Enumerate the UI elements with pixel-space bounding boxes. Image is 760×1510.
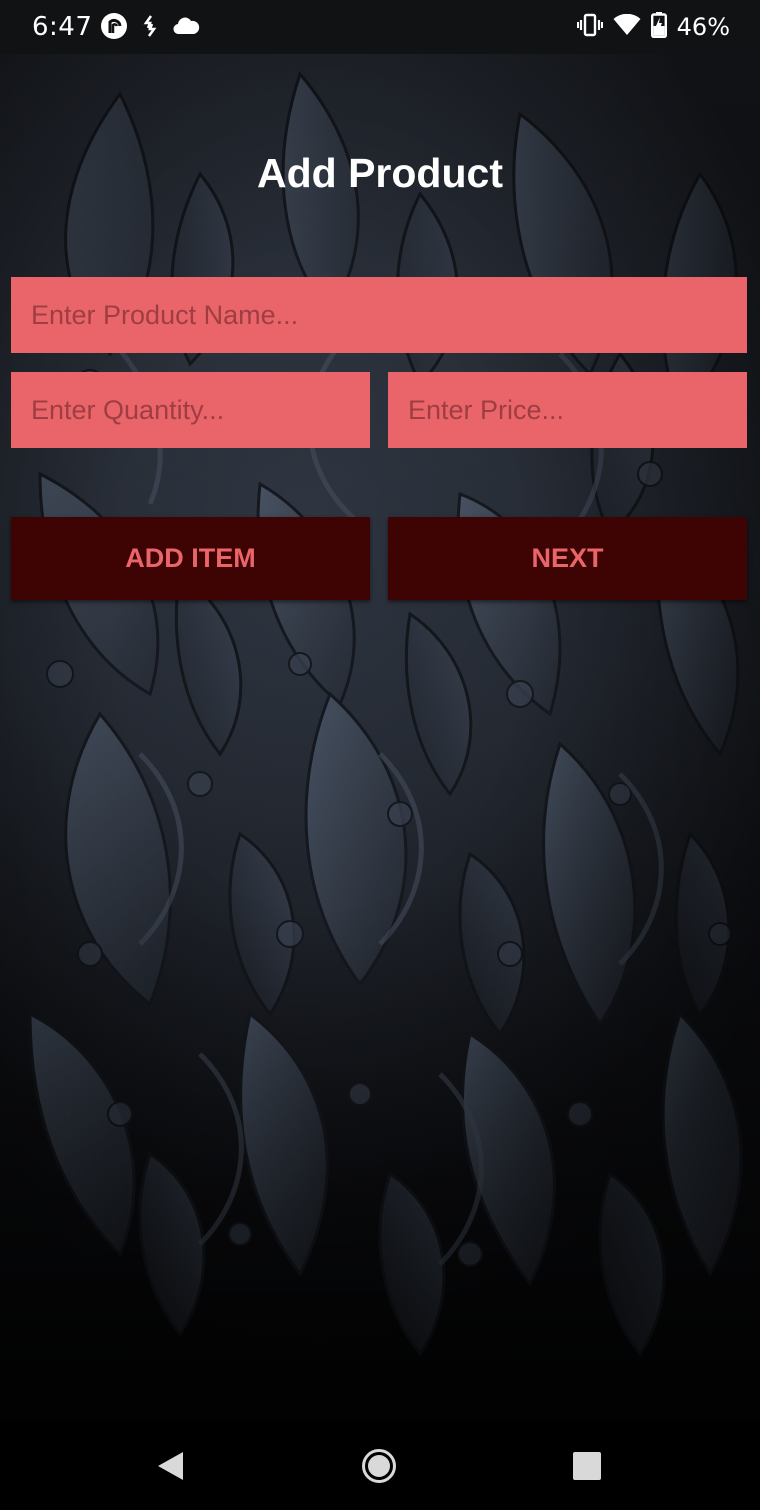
background-vignette xyxy=(0,54,760,1420)
wifi-icon xyxy=(613,13,641,41)
status-time: 6:47 xyxy=(32,12,93,42)
background-pattern xyxy=(0,54,760,1420)
back-button[interactable] xyxy=(142,1438,198,1494)
page-title: Add Product xyxy=(257,150,503,196)
recent-apps-button[interactable] xyxy=(559,1438,615,1494)
vibrate-icon xyxy=(576,13,603,42)
navigation-bar xyxy=(0,1420,760,1510)
product-name-input[interactable] xyxy=(11,277,747,353)
battery-percent: 46% xyxy=(676,13,730,41)
cloud-icon xyxy=(172,16,200,41)
add-item-button[interactable]: ADD ITEM xyxy=(11,517,370,600)
add-product-screen: 6:47 46% Add Product Enter Product Name.… xyxy=(0,0,760,1510)
back-icon xyxy=(158,1452,183,1480)
home-icon xyxy=(362,1449,396,1483)
home-button[interactable] xyxy=(351,1438,407,1494)
pocket-casts-icon xyxy=(100,12,128,45)
status-left-icons xyxy=(100,12,200,45)
status-right-icons: 46% xyxy=(576,11,730,43)
quantity-input[interactable] xyxy=(11,372,370,448)
next-button[interactable]: NEXT xyxy=(388,517,747,600)
sync-icon xyxy=(142,14,158,43)
status-bar: 6:47 46% xyxy=(0,0,760,54)
price-input[interactable] xyxy=(388,372,747,448)
battery-charging-icon xyxy=(650,11,667,43)
recent-apps-icon xyxy=(573,1452,601,1480)
